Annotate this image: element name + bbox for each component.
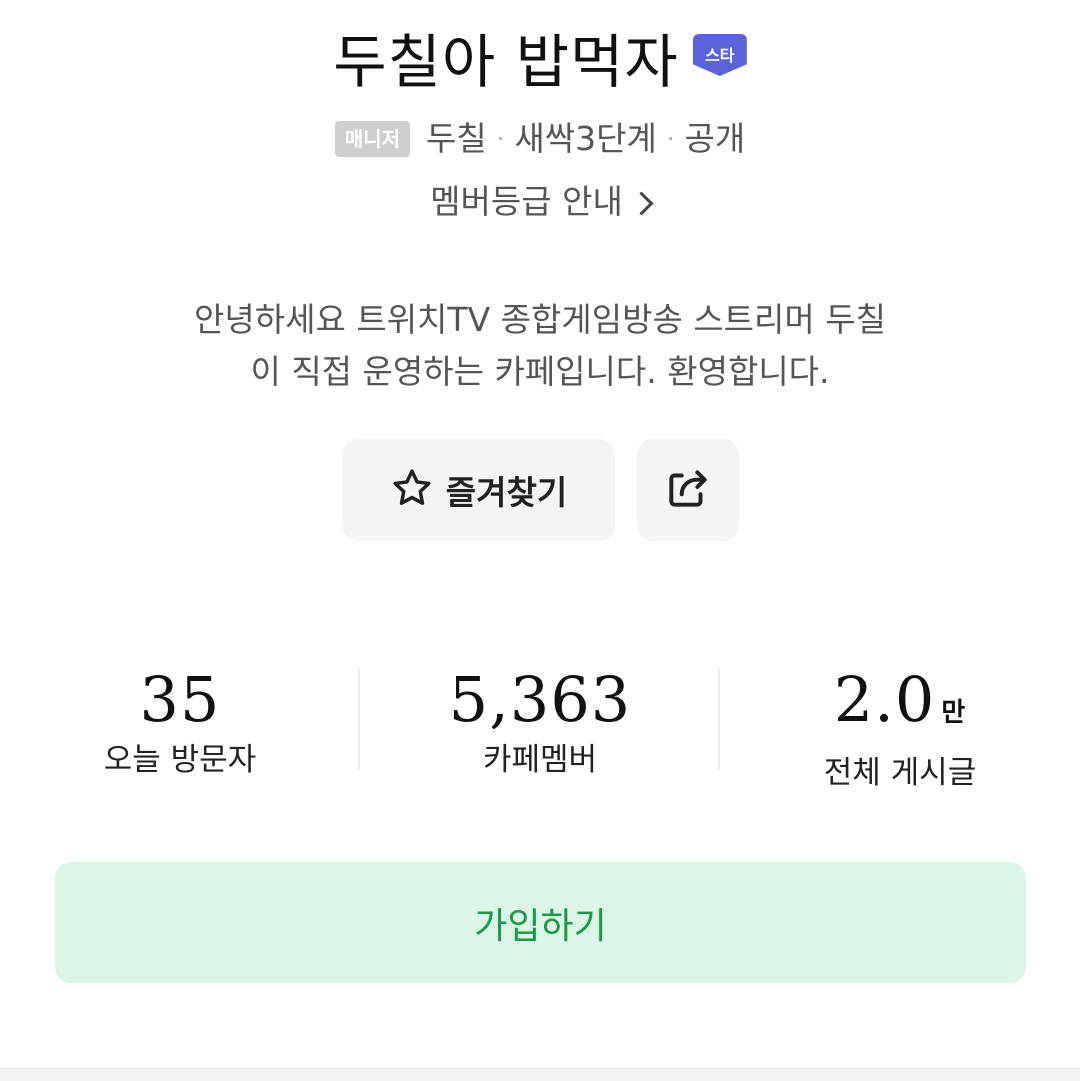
grade-guide-link[interactable]: 멤버등급 안내: [0, 178, 1080, 226]
members-count: 5,363: [448, 663, 632, 736]
star-outline-icon: [390, 466, 434, 514]
section-divider: [0, 1068, 1080, 1081]
join-label: 가입하기: [474, 905, 607, 947]
posts-count: 2.0: [833, 663, 936, 736]
stat-visitors: 35 오늘 방문자: [0, 660, 360, 780]
visitors-label: 오늘 방문자: [103, 742, 257, 778]
posts-unit: 만: [941, 698, 967, 728]
cafe-visibility: 공개: [684, 119, 746, 158]
join-button[interactable]: 가입하기: [55, 862, 1026, 983]
grade-guide-label: 멤버등급 안내: [430, 182, 623, 221]
favorite-label: 즐겨찾기: [445, 473, 568, 512]
star-badge: 스타: [692, 34, 747, 76]
cafe-stats: 35 오늘 방문자 5,363 카페멤버 2.0 만 전체 게시글: [0, 660, 1080, 791]
manager-name[interactable]: 두칠: [426, 116, 487, 162]
members-label: 카페멤버: [482, 742, 598, 778]
description-line: 안녕하세요 트위치TV 종합게임방송 스트리머 두칠: [194, 300, 886, 339]
cafe-meta: 매니저 두칠 · 새싹3단계 · 공개: [0, 116, 1080, 162]
posts-label: 전체 게시글: [823, 755, 977, 791]
cafe-description: 안녕하세요 트위치TV 종합게임방송 스트리머 두칠 이 직접 운영하는 카페입…: [100, 294, 980, 398]
cafe-profile-page: 두칠아 밥먹자 스타 매니저 두칠 · 새싹3단계 · 공개 멤버등급 안내 안…: [0, 0, 1080, 1081]
visitors-count: 35: [139, 663, 221, 736]
stat-members[interactable]: 5,363 카페멤버: [360, 660, 720, 780]
description-line: 이 직접 운영하는 카페입니다. 환영합니다.: [250, 352, 830, 391]
chevron-right-icon: [629, 190, 654, 216]
share-icon: [663, 463, 713, 517]
cafe-header: 두칠아 밥먹자 스타: [0, 22, 1080, 102]
cafe-level: 새싹3단계: [514, 119, 657, 158]
stat-posts[interactable]: 2.0 만 전체 게시글: [720, 660, 1080, 793]
separator-dot: ·: [496, 125, 505, 153]
favorite-button[interactable]: 즐겨찾기: [342, 439, 615, 541]
share-button[interactable]: [637, 439, 739, 541]
posts-count-row: 2.0 만: [720, 660, 1080, 753]
cafe-title: 두칠아 밥먹자: [333, 28, 679, 96]
separator-dot: ·: [666, 125, 675, 153]
manager-badge: 매니저: [334, 121, 410, 157]
